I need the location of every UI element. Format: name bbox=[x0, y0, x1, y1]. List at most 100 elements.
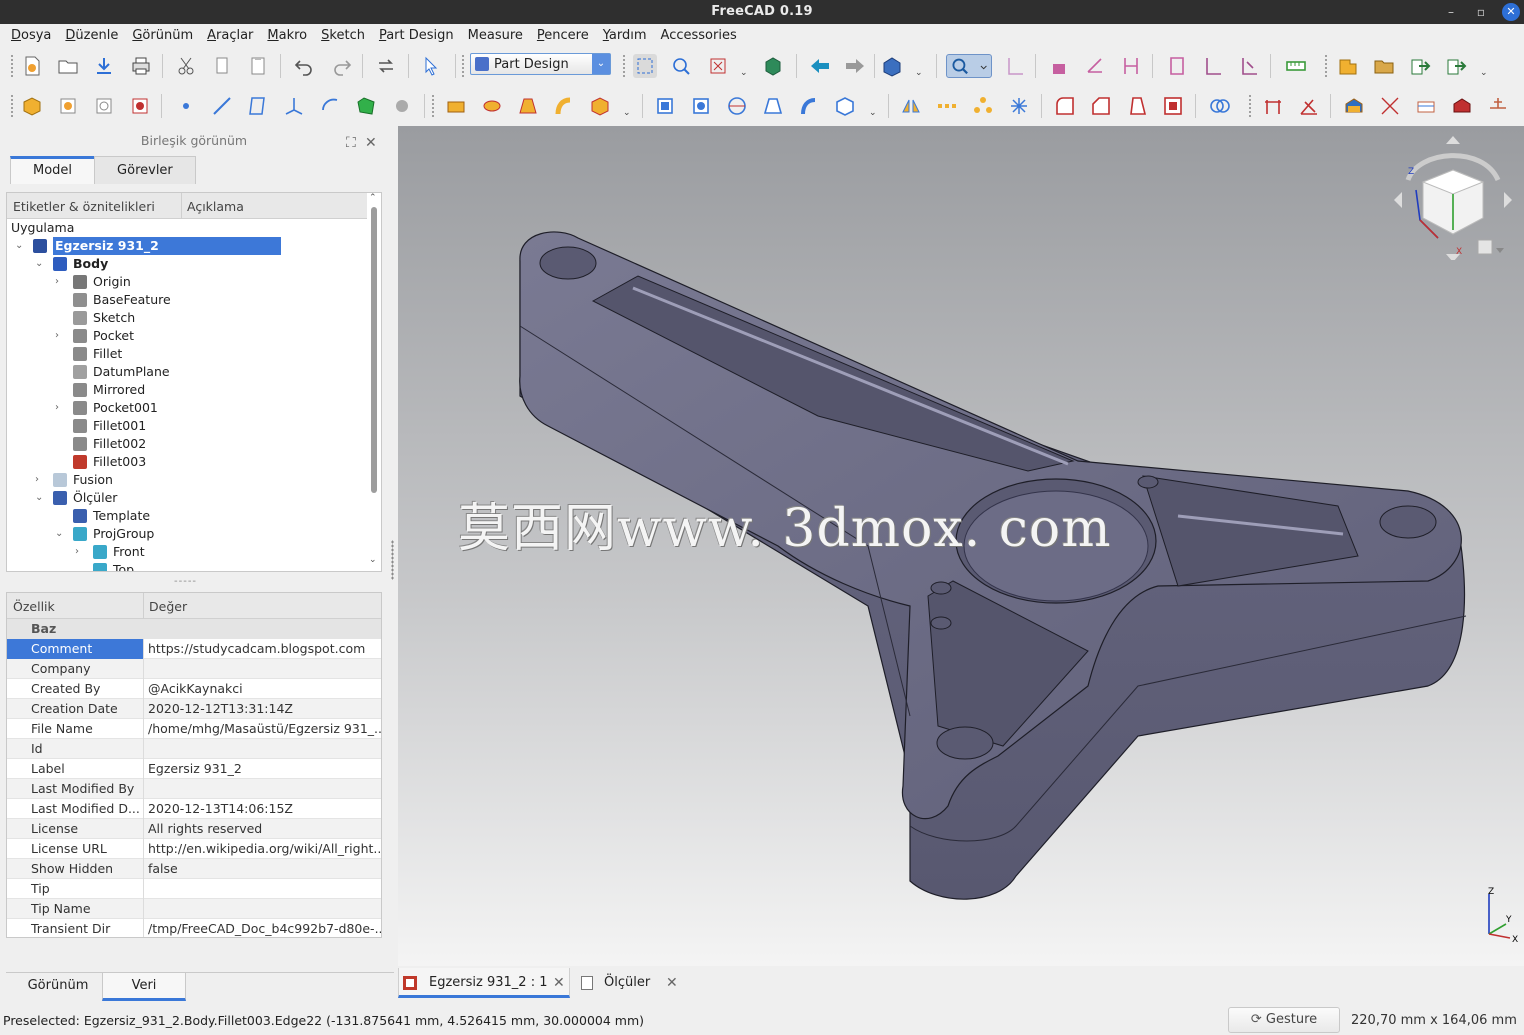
property-row[interactable]: Tip Name bbox=[7, 899, 381, 919]
toolbar-grip[interactable] bbox=[10, 54, 14, 78]
chevron-right-icon[interactable]: › bbox=[35, 471, 39, 489]
value-column[interactable]: Değer bbox=[149, 599, 187, 614]
datum-plane-icon[interactable] bbox=[246, 94, 270, 118]
dimension-width-icon[interactable] bbox=[1261, 94, 1285, 118]
boolean-icon[interactable] bbox=[1208, 94, 1232, 118]
property-value[interactable] bbox=[143, 739, 381, 759]
menu-item[interactable]: Measure bbox=[461, 28, 530, 43]
tree-item[interactable]: ⌄ Body bbox=[35, 255, 108, 273]
property-row[interactable]: Creation Date 2020-12-12T13:31:14Z bbox=[7, 699, 381, 719]
shape-binder-icon[interactable] bbox=[318, 94, 342, 118]
addon-icon[interactable] bbox=[1336, 54, 1360, 78]
scrollbar-thumb[interactable] bbox=[371, 207, 377, 493]
chevron-right-icon[interactable]: › bbox=[55, 399, 59, 417]
chevron-right-icon[interactable]: › bbox=[55, 327, 59, 345]
folder-icon[interactable] bbox=[1372, 54, 1396, 78]
menu-item[interactable]: Yardım bbox=[596, 28, 654, 43]
property-row[interactable]: Last Modified D... 2020-12-13T14:06:15Z bbox=[7, 799, 381, 819]
close-tab-icon[interactable]: ✕ bbox=[553, 968, 565, 998]
std-views-icon[interactable] bbox=[880, 54, 904, 78]
tree-item[interactable]: › Origin bbox=[55, 273, 131, 291]
property-value[interactable]: https://studycadcam.blogspot.com bbox=[143, 639, 381, 659]
3d-viewport[interactable]: 莫西网www. 3dmox. com Z X Z Y X bbox=[398, 126, 1524, 966]
pocket-icon[interactable] bbox=[653, 94, 677, 118]
close-icon[interactable]: ✕ bbox=[365, 132, 377, 154]
navigation-style-button[interactable]: ⟳ Gesture bbox=[1228, 1007, 1340, 1033]
copy-icon[interactable] bbox=[210, 54, 234, 78]
property-row[interactable]: Last Modified By bbox=[7, 779, 381, 799]
property-value[interactable]: 2020-12-12T13:31:14Z bbox=[143, 699, 381, 719]
property-value[interactable]: 2020-12-13T14:06:15Z bbox=[143, 799, 381, 819]
refresh-icon[interactable] bbox=[374, 54, 398, 78]
measure-clear-icon[interactable] bbox=[1165, 54, 1189, 78]
property-value[interactable] bbox=[143, 659, 381, 679]
tree-item[interactable]: › Fusion bbox=[35, 471, 113, 489]
dimension-angle-icon[interactable] bbox=[1297, 94, 1321, 118]
tree-item[interactable]: › Pocket bbox=[55, 327, 134, 345]
property-row[interactable]: Show Hidden false bbox=[7, 859, 381, 879]
linear-pattern-icon[interactable] bbox=[935, 94, 959, 118]
multi-transform-icon[interactable] bbox=[1007, 94, 1031, 118]
create-part-icon[interactable] bbox=[56, 94, 80, 118]
relief-icon[interactable] bbox=[1414, 94, 1438, 118]
chevron-right-icon[interactable]: › bbox=[55, 273, 59, 291]
maximize-button[interactable]: ▫ bbox=[1472, 3, 1490, 21]
sheet-metal-icon[interactable] bbox=[1342, 94, 1366, 118]
tree-item[interactable]: ⌄ ProjGroup bbox=[55, 525, 154, 543]
navigation-cube[interactable]: Z X bbox=[1388, 130, 1518, 260]
chevron-down-icon[interactable]: ⌄ bbox=[35, 489, 43, 507]
ruler-icon[interactable] bbox=[1284, 54, 1308, 78]
chevron-right-icon[interactable]: › bbox=[75, 543, 79, 561]
unfold-icon[interactable] bbox=[1378, 94, 1402, 118]
scroll-up-icon[interactable]: ⌃ bbox=[369, 193, 377, 203]
measure-linear-icon[interactable] bbox=[1003, 54, 1027, 78]
tree-item[interactable]: ⌄ Ölçüler bbox=[35, 489, 117, 507]
back-arrow-icon[interactable] bbox=[808, 54, 832, 78]
tree-item[interactable]: BaseFeature bbox=[73, 291, 171, 309]
bend-icon[interactable] bbox=[1450, 94, 1474, 118]
measure-distance-icon[interactable] bbox=[1047, 54, 1071, 78]
menu-item[interactable]: Part Design bbox=[372, 28, 461, 43]
tree-item[interactable]: › Front bbox=[75, 543, 145, 561]
property-value[interactable] bbox=[143, 879, 381, 899]
float-icon[interactable]: ⛶ bbox=[346, 132, 356, 154]
clone-icon[interactable] bbox=[390, 94, 414, 118]
tree-column-labels[interactable]: Etiketler & öznitelikleri bbox=[13, 199, 155, 214]
local-cs-icon[interactable] bbox=[282, 94, 306, 118]
chevron-down-icon[interactable]: ⌄ bbox=[55, 525, 63, 543]
property-value[interactable]: /tmp/FreeCAD_Doc_b4c992b7-d80e-... bbox=[143, 919, 381, 937]
workbench-selector[interactable]: Part Design ⌄ bbox=[470, 53, 611, 75]
create-body-icon[interactable] bbox=[20, 94, 44, 118]
subtractive-box-icon[interactable] bbox=[833, 94, 857, 118]
chevron-down-icon[interactable]: ⌄ bbox=[35, 255, 43, 273]
subshape-binder-icon[interactable] bbox=[354, 94, 378, 118]
tree-item[interactable]: Fillet003 bbox=[73, 453, 146, 471]
vertical-splitter[interactable] bbox=[391, 540, 394, 580]
create-sketch-icon[interactable] bbox=[92, 94, 116, 118]
menu-item[interactable]: Görünüm bbox=[125, 28, 200, 43]
fit-all-icon[interactable] bbox=[633, 54, 657, 78]
cut-icon[interactable] bbox=[174, 54, 198, 78]
menu-item[interactable]: Pencere bbox=[530, 28, 596, 43]
measure-toggle-icon[interactable] bbox=[1201, 54, 1225, 78]
tree-item[interactable]: Sketch bbox=[73, 309, 135, 327]
tab-document-drawing[interactable]: Ölçüler ✕ bbox=[576, 968, 686, 998]
bounding-box-icon[interactable] bbox=[761, 54, 785, 78]
datum-line-icon[interactable] bbox=[210, 94, 234, 118]
mirrored-icon[interactable] bbox=[899, 94, 923, 118]
property-column[interactable]: Özellik bbox=[13, 599, 55, 614]
print-icon[interactable] bbox=[129, 54, 153, 78]
macro-export-icon[interactable] bbox=[1444, 54, 1468, 78]
pipe-icon[interactable] bbox=[552, 94, 576, 118]
chevron-down-icon[interactable]: ⌄ bbox=[15, 237, 23, 255]
undo-icon[interactable] bbox=[292, 54, 316, 78]
tree-item[interactable]: DatumPlane bbox=[73, 363, 170, 381]
property-value[interactable]: false bbox=[143, 859, 381, 879]
save-icon[interactable] bbox=[92, 54, 116, 78]
tab-data[interactable]: Veri bbox=[102, 973, 186, 1001]
property-value[interactable]: All rights reserved bbox=[143, 819, 381, 839]
tab-tasks[interactable]: Görevler bbox=[94, 156, 196, 184]
property-row[interactable]: Comment https://studycadcam.blogspot.com bbox=[7, 639, 381, 659]
model-tree[interactable]: Etiketler & öznitelikleri Açıklama Uygul… bbox=[6, 192, 382, 572]
property-group[interactable]: Baz bbox=[7, 619, 381, 639]
